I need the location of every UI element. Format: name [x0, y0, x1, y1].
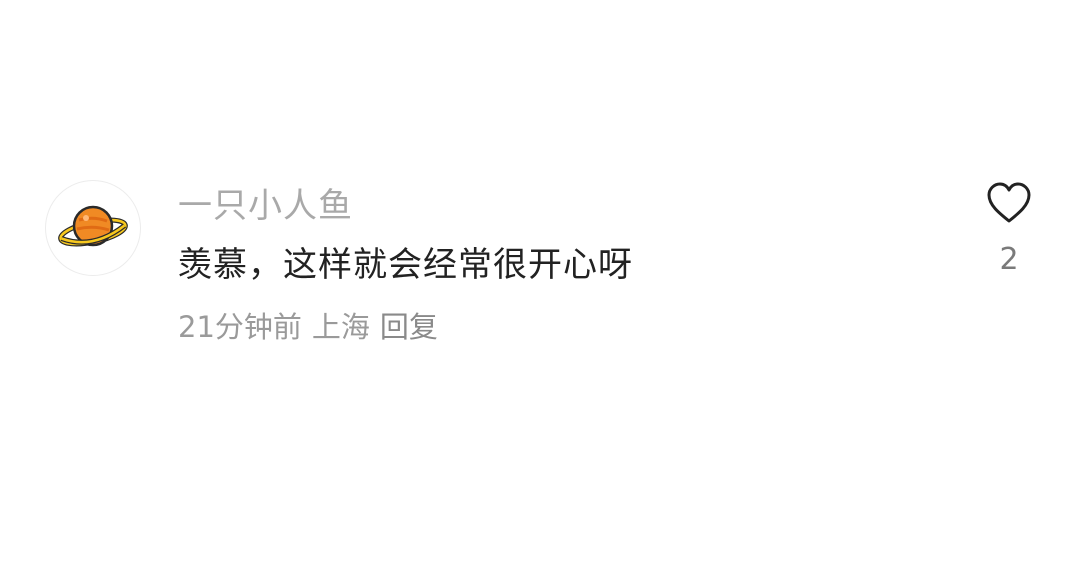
comment-meta: 21分钟前 上海 回复: [178, 306, 438, 348]
reply-button[interactable]: 回复: [380, 306, 438, 348]
like-count: 2: [999, 242, 1019, 277]
avatar[interactable]: [45, 180, 141, 276]
comment-time: 21分钟前: [178, 310, 302, 344]
username[interactable]: 一只小人鱼: [178, 183, 353, 229]
like-button[interactable]: [982, 180, 1036, 230]
heart-outline-icon: [985, 181, 1033, 229]
like-area: 2: [982, 180, 1036, 278]
comment-text: 羡慕，这样就会经常很开心呀: [178, 245, 633, 285]
planet-icon: [57, 202, 129, 254]
comment-location: 上海: [311, 310, 370, 344]
comment-item: 一只小人鱼 羡慕，这样就会经常很开心呀 21分钟前 上海 回复 2: [0, 0, 1080, 562]
